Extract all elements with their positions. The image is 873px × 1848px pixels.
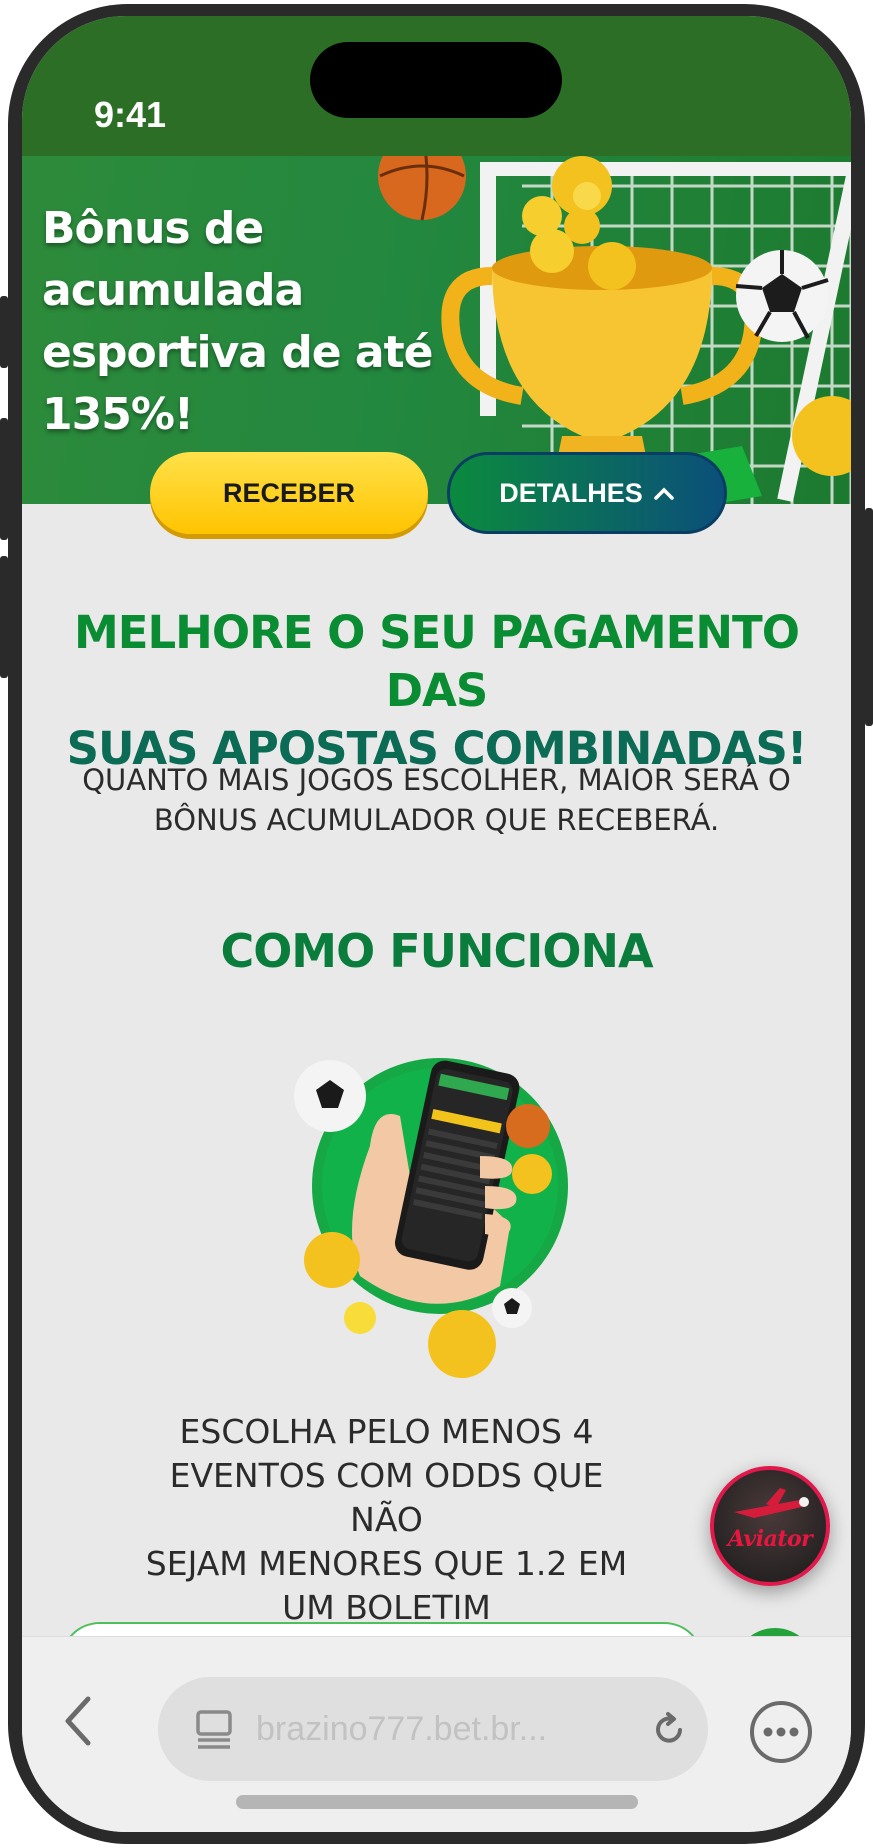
soccer-ball [735,250,829,342]
home-indicator[interactable] [236,1795,638,1809]
subtitle-line: BÔNUS ACUMULADOR QUE RECEBERÁ. [153,803,720,837]
tabs-icon[interactable] [194,1709,234,1751]
screen: 9:41 Bônus de acumulada esportiva de até… [22,16,851,1832]
subtitle-line: QUANTO MAIS JOGOS ESCOLHER, MAIOR SERÁ O [82,763,791,797]
more-icon[interactable] [748,1699,814,1765]
volume-up-button [0,418,8,540]
status-time: 9:41 [94,94,167,135]
section-title-how-it-works: COMO FUNCIONA [220,924,653,978]
banner-title-line: acumulada [42,265,304,316]
step-text-line: ESCOLHA PELO MENOS 4 [179,1412,594,1451]
page-subtitle: QUANTO MAIS JOGOS ESCOLHER, MAIOR SERÁ O… [52,760,821,840]
chevron-up-icon [654,487,674,500]
goal-crossbar [480,162,851,176]
banner-title: Bônus de acumulada esportiva de até 135%… [42,198,462,446]
step-text-line: EVENTOS COM ODDS QUE NÃO [169,1456,604,1539]
details-button-label: DETALHES [499,477,643,508]
power-button [865,508,873,726]
url-bar[interactable]: brazino777.bet.br... [158,1677,708,1781]
step-text-line: SEJAM MENORES QUE 1.2 EM [145,1544,628,1583]
phone-hand-illustration [294,1058,568,1378]
aviator-label: Aviator [727,1526,813,1552]
chevron-left-icon[interactable] [54,1691,106,1751]
receive-button-label: RECEBER [222,477,356,508]
banner-title-line: Bônus de [42,203,264,254]
headline-line: MELHORE O SEU PAGAMENTO DAS [73,606,800,717]
banner-title-line: esportiva de até [42,327,433,378]
promo-banner: Bônus de acumulada esportiva de até 135%… [22,156,851,504]
aviator-game-button[interactable]: Aviator [710,1466,830,1586]
details-button[interactable]: DETALHES [447,452,727,534]
receive-button[interactable]: RECEBER [150,452,428,534]
action-button [0,296,8,368]
banner-title-line: 135%! [42,389,194,440]
status-bar: 9:41 [22,16,851,156]
reload-icon[interactable] [650,1711,688,1749]
dynamic-island [310,42,562,118]
step-1-text: ESCOLHA PELO MENOS 4 EVENTOS COM ODDS QU… [142,1410,631,1630]
page-headline: MELHORE O SEU PAGAMENTO DAS SUAS APOSTAS… [22,604,851,778]
volume-down-button [0,556,8,678]
url-text: brazino777.bet.br... [256,1710,548,1748]
